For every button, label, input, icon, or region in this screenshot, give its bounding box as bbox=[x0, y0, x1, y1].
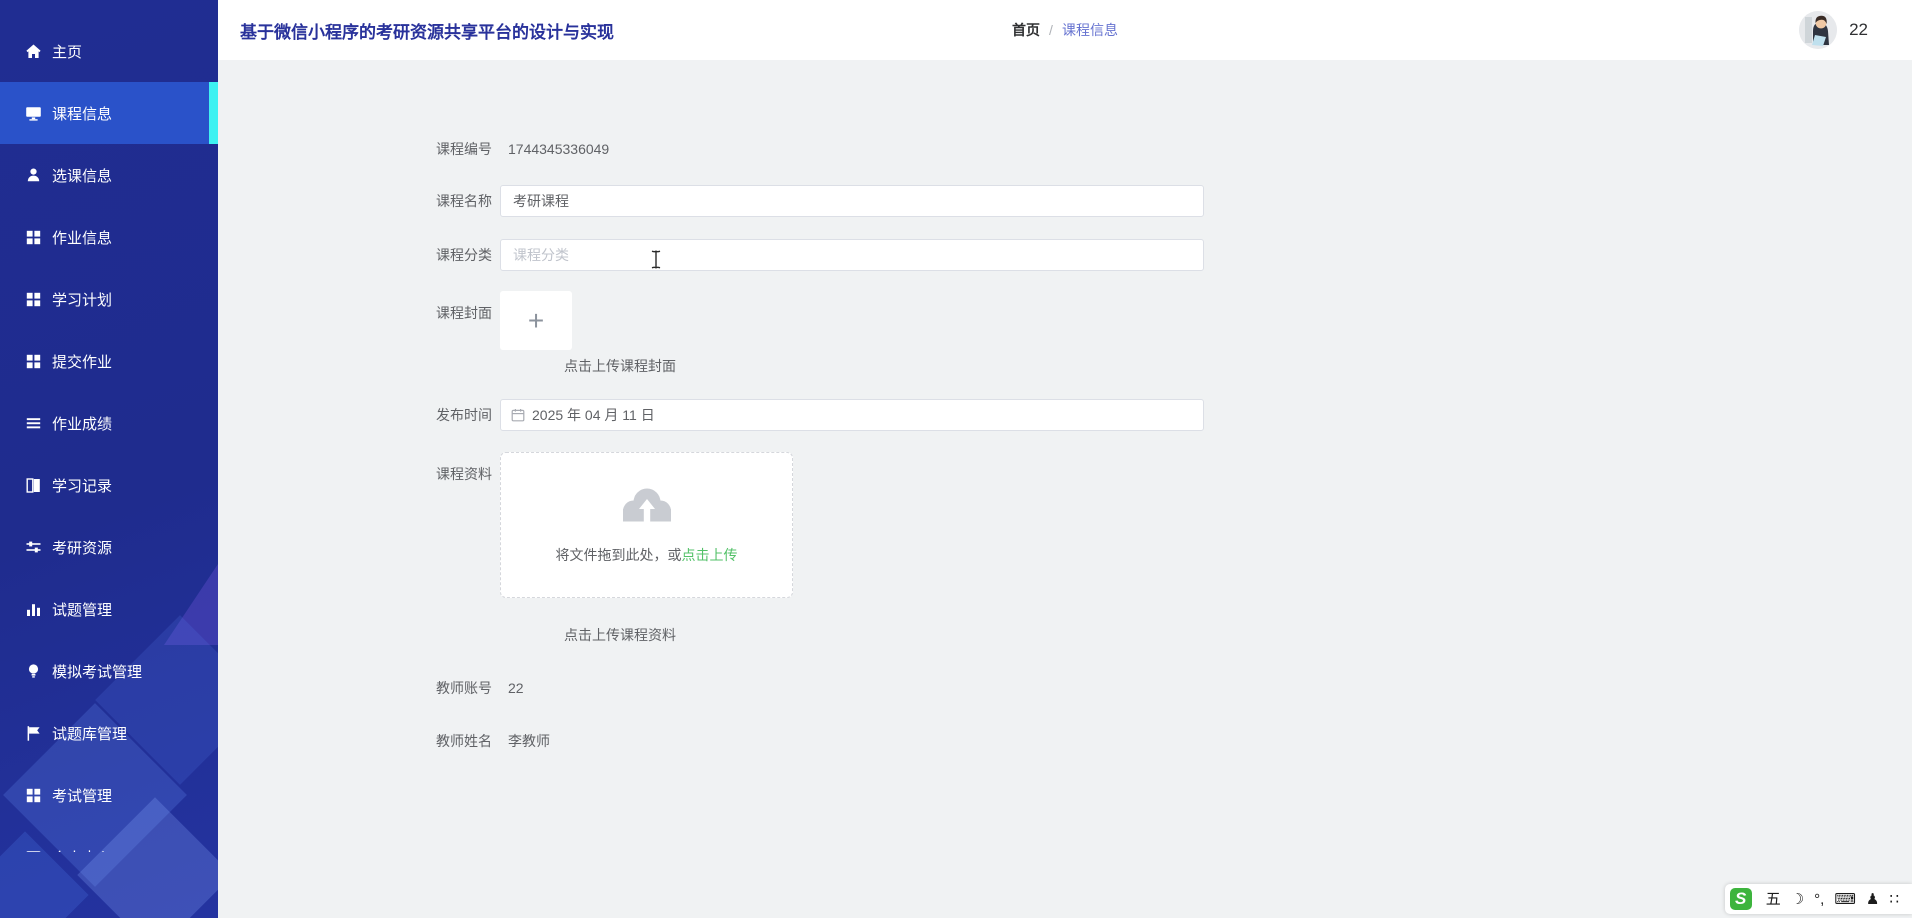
material-upload-hint: 点击上传课程资料 bbox=[564, 627, 676, 643]
sidebar-item-study-records[interactable]: 学习记录 bbox=[0, 454, 218, 516]
sidebar-item-question-bank-management[interactable]: 试题库管理 bbox=[0, 702, 218, 764]
course-id-label: 课程编号 bbox=[436, 141, 492, 157]
monitor-icon bbox=[26, 106, 41, 121]
list-icon bbox=[26, 417, 41, 428]
main-content: 课程编号 1744345336049 课程名称 课程分类 课程封面 + 点击上传… bbox=[218, 60, 1912, 918]
course-category-input[interactable] bbox=[500, 239, 1204, 271]
sidebar-item-label: 作业成绩 bbox=[52, 415, 113, 433]
plus-icon: + bbox=[527, 304, 545, 336]
teacher-account-value: 22 bbox=[508, 680, 524, 696]
sidebar-item-label: 课程信息 bbox=[52, 105, 113, 123]
sidebar-item-study-plan[interactable]: 学习计划 bbox=[0, 268, 218, 330]
course-cover-label: 课程封面 bbox=[436, 305, 492, 321]
teacher-name-row: 教师姓名 李教师 bbox=[436, 731, 550, 751]
teacher-name-label: 教师姓名 bbox=[436, 733, 492, 749]
sliders-icon bbox=[26, 541, 41, 552]
breadcrumb-current[interactable]: 课程信息 bbox=[1062, 20, 1118, 40]
publish-time-value: 2025 年 04 月 11 日 bbox=[532, 407, 655, 423]
toolbox-grid-icon[interactable]: ∷ bbox=[1889, 892, 1899, 907]
sidebar-item-exam-management[interactable]: 考试管理 bbox=[0, 764, 218, 826]
sidebar-item-submit-homework[interactable]: 提交作业 bbox=[0, 330, 218, 392]
header: 基于微信小程序的考研资源共享平台的设计与实现 首页 / 课程信息 22 bbox=[218, 0, 1912, 60]
home-icon bbox=[26, 44, 41, 58]
ime-items: 五 ☽ °, ⌨ ♟ ∷ bbox=[1761, 892, 1904, 907]
sidebar-item-label: 主页 bbox=[52, 43, 83, 61]
user-icon bbox=[27, 168, 40, 181]
course-name-row: 课程名称 bbox=[436, 185, 1204, 217]
course-name-input[interactable] bbox=[500, 185, 1204, 217]
avatar[interactable] bbox=[1799, 11, 1838, 49]
sidebar-item-homework-grades[interactable]: 作业成绩 bbox=[0, 392, 218, 454]
cover-upload-button[interactable]: + bbox=[500, 291, 572, 350]
sidebar-item-mock-exam-management[interactable]: 模拟考试管理 bbox=[0, 640, 218, 702]
publish-time-label: 发布时间 bbox=[436, 407, 492, 423]
course-material-row: 课程资料 将文件拖到此处，或点击上传 点击上传课程资料 bbox=[436, 452, 793, 643]
publish-time-row: 发布时间 2025 年 04 月 11 日 bbox=[436, 399, 1204, 431]
course-category-label: 课程分类 bbox=[436, 247, 492, 263]
grid-icon bbox=[26, 292, 41, 306]
bulb-icon bbox=[28, 663, 39, 678]
sidebar: 主页课程信息选课信息作业信息学习计划提交作业作业成绩学习记录考研资源试题管理模拟… bbox=[0, 0, 218, 918]
course-id-row: 课程编号 1744345336049 bbox=[436, 139, 609, 159]
sidebar-item-label: 考研资源 bbox=[52, 539, 113, 557]
sidebar-item-course-selection[interactable]: 选课信息 bbox=[0, 144, 218, 206]
cover-upload-hint: 点击上传课程封面 bbox=[564, 358, 676, 374]
breadcrumb: 首页 / 课程信息 bbox=[1012, 20, 1118, 40]
grid-icon bbox=[26, 230, 41, 244]
book-icon bbox=[26, 477, 40, 493]
course-id-value: 1744345336049 bbox=[508, 141, 610, 157]
wubi-mode-icon[interactable]: 五 bbox=[1766, 892, 1781, 907]
teacher-name-value: 李教师 bbox=[508, 733, 550, 749]
sidebar-item-personal-center[interactable]: 个人中心 bbox=[0, 826, 218, 852]
sidebar-item-label: 作业信息 bbox=[52, 229, 113, 247]
sidebar-item-label: 模拟考试管理 bbox=[52, 663, 143, 681]
sidebar-item-label: 学习计划 bbox=[52, 291, 113, 309]
sidebar-item-question-management[interactable]: 试题管理 bbox=[0, 578, 218, 640]
sidebar-item-homework-info[interactable]: 作业信息 bbox=[0, 206, 218, 268]
sidebar-item-label: 试题库管理 bbox=[52, 725, 128, 743]
sidebar-item-label: 学习记录 bbox=[52, 477, 113, 495]
flag-icon bbox=[27, 725, 40, 741]
teacher-account-label: 教师账号 bbox=[436, 680, 492, 696]
ime-toolbar: S 五 ☽ °, ⌨ ♟ ∷ bbox=[1724, 884, 1912, 914]
publish-time-picker[interactable]: 2025 年 04 月 11 日 bbox=[500, 399, 1204, 431]
sidebar-item-course-info[interactable]: 课程信息 bbox=[0, 82, 218, 144]
grid-icon bbox=[26, 788, 41, 802]
breadcrumb-home[interactable]: 首页 bbox=[1012, 20, 1040, 40]
calendar-icon bbox=[511, 409, 525, 422]
sidebar-item-label: 选课信息 bbox=[52, 167, 113, 185]
sidebar-item-kaoyan-resources[interactable]: 考研资源 bbox=[0, 516, 218, 578]
grid-icon bbox=[26, 354, 41, 368]
punctuation-icon[interactable]: °, bbox=[1814, 892, 1824, 907]
id-card-icon bbox=[26, 850, 41, 852]
course-cover-row: 课程封面 + 点击上传课程封面 bbox=[436, 291, 676, 374]
person-icon[interactable]: ♟ bbox=[1866, 892, 1879, 907]
drop-zone-text: 将文件拖到此处，或点击上传 bbox=[556, 545, 738, 565]
material-drop-zone[interactable]: 将文件拖到此处，或点击上传 bbox=[500, 452, 793, 598]
user-box: 22 bbox=[1799, 11, 1868, 49]
sidebar-item-label: 提交作业 bbox=[52, 353, 113, 371]
soft-keyboard-icon[interactable]: ⌨ bbox=[1834, 892, 1856, 907]
user-badge[interactable]: 22 bbox=[1849, 20, 1868, 40]
sidebar-item-label: 试题管理 bbox=[52, 601, 113, 619]
moon-mode-icon[interactable]: ☽ bbox=[1791, 892, 1804, 907]
course-material-label: 课程资料 bbox=[436, 466, 492, 482]
page-title: 基于微信小程序的考研资源共享平台的设计与实现 bbox=[240, 22, 614, 42]
sidebar-item-label: 个人中心 bbox=[52, 847, 112, 853]
course-name-label: 课程名称 bbox=[436, 193, 492, 209]
breadcrumb-separator: / bbox=[1049, 22, 1053, 38]
drag-text: 将文件拖到此处，或 bbox=[555, 547, 682, 563]
sidebar-item-label: 考试管理 bbox=[52, 787, 113, 805]
upload-cloud-icon bbox=[622, 488, 671, 522]
bar-chart-icon bbox=[27, 603, 40, 616]
click-upload-link[interactable]: 点击上传 bbox=[682, 547, 738, 563]
sidebar-item-home[interactable]: 主页 bbox=[0, 20, 218, 82]
teacher-account-row: 教师账号 22 bbox=[436, 678, 524, 698]
sogou-ime-logo-icon[interactable]: S bbox=[1729, 888, 1752, 910]
sidebar-menu: 主页课程信息选课信息作业信息学习计划提交作业作业成绩学习记录考研资源试题管理模拟… bbox=[0, 0, 218, 852]
avatar-photo bbox=[1799, 11, 1838, 49]
course-category-row: 课程分类 bbox=[436, 239, 1204, 271]
